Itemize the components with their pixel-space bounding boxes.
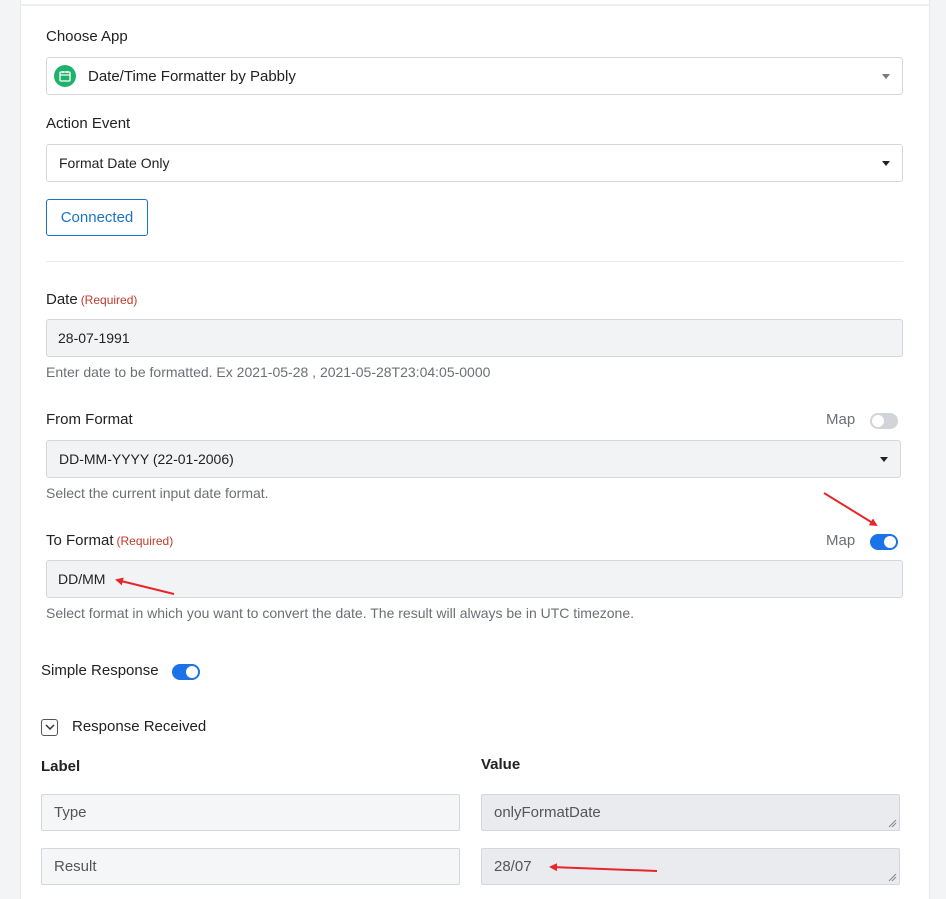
- from-format-value: DD-MM-YYYY (22-01-2006): [59, 451, 234, 467]
- to-format-input-value: DD/MM: [58, 571, 106, 587]
- from-format-label: From Format: [46, 411, 133, 428]
- response-label-text: Result: [54, 858, 97, 875]
- simple-response-label: Simple Response: [41, 662, 159, 679]
- chevron-down-icon: [882, 161, 890, 166]
- date-label-text: Date: [46, 291, 78, 308]
- to-format-map-label: Map: [826, 532, 856, 549]
- response-value-text: 28/07: [494, 858, 532, 875]
- chevron-down-icon: [44, 724, 55, 731]
- required-tag: (Required): [116, 534, 174, 548]
- toggle-knob: [186, 666, 198, 678]
- action-event-value: Format Date Only: [59, 155, 170, 171]
- to-format-label: To Format (Required): [46, 532, 173, 549]
- from-format-select[interactable]: DD-MM-YYYY (22-01-2006): [46, 440, 901, 478]
- to-format-label-text: To Format: [46, 532, 114, 549]
- date-input-value: 28-07-1991: [58, 330, 130, 346]
- response-received-label: Response Received: [72, 718, 207, 735]
- date-label: Date (Required): [46, 291, 137, 308]
- action-event-select[interactable]: Format Date Only: [46, 144, 903, 182]
- from-format-map-label: Map: [826, 411, 856, 428]
- section-divider: [46, 261, 903, 262]
- chevron-down-icon: [880, 457, 888, 462]
- choose-app-value: Date/Time Formatter by Pabbly: [88, 67, 296, 85]
- toggle-knob: [884, 536, 896, 548]
- resize-grip-icon[interactable]: [887, 818, 897, 828]
- action-event-label: Action Event: [46, 115, 131, 132]
- to-format-input[interactable]: DD/MM: [46, 560, 903, 598]
- response-label-text: Type: [54, 804, 87, 821]
- label-column-header: Label: [41, 758, 81, 775]
- chevron-down-icon: [882, 74, 890, 79]
- resize-grip-icon[interactable]: [887, 872, 897, 882]
- response-row-value[interactable]: 28/07: [481, 848, 900, 885]
- from-format-help-text: Select the current input date format.: [46, 485, 269, 501]
- date-input[interactable]: 28-07-1991: [46, 319, 903, 357]
- from-format-map-toggle[interactable]: [870, 413, 898, 429]
- response-value-text: onlyFormatDate: [494, 804, 601, 821]
- response-row-label[interactable]: Result: [41, 848, 460, 885]
- required-tag: (Required): [80, 293, 138, 307]
- panel-top-border: [20, 4, 930, 6]
- choose-app-select[interactable]: Date/Time Formatter by Pabbly: [46, 57, 903, 95]
- connected-button[interactable]: Connected: [46, 199, 148, 236]
- to-format-map-toggle[interactable]: [870, 534, 898, 550]
- response-row-value[interactable]: onlyFormatDate: [481, 794, 900, 831]
- choose-app-label: Choose App: [46, 28, 128, 45]
- calendar-icon: [54, 65, 76, 87]
- simple-response-toggle[interactable]: [172, 664, 200, 680]
- value-column-header: Value: [481, 756, 521, 773]
- to-format-help-text: Select format in which you want to conve…: [46, 605, 635, 621]
- toggle-knob: [872, 415, 884, 427]
- date-help-text: Enter date to be formatted. Ex 2021-05-2…: [46, 364, 491, 380]
- response-collapse-button[interactable]: [41, 719, 58, 736]
- response-row-label[interactable]: Type: [41, 794, 460, 831]
